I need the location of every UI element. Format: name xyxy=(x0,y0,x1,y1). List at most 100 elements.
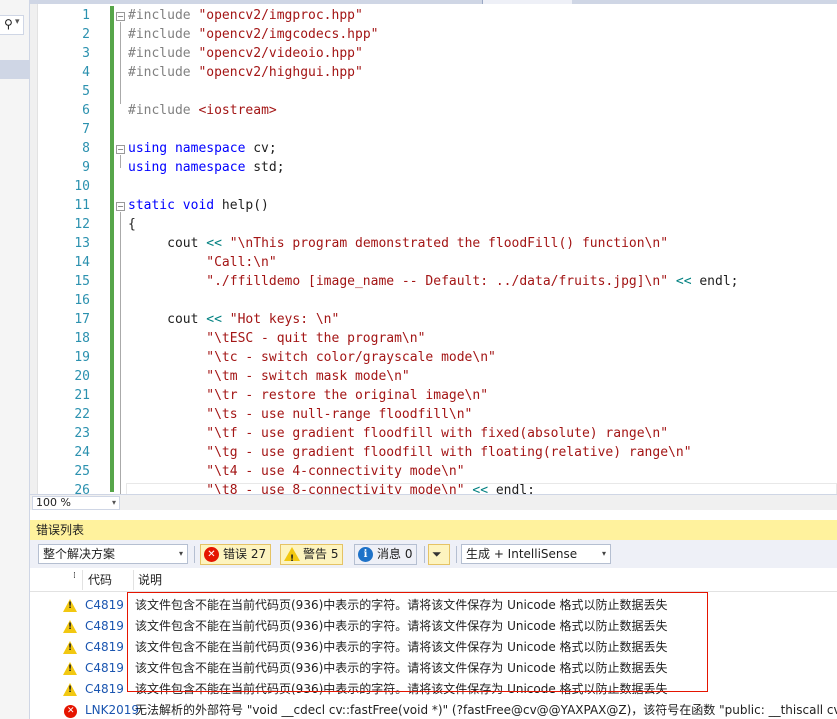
code-line[interactable]: 12 { xyxy=(30,215,837,234)
code-text: "Call:\n" xyxy=(128,253,276,272)
warning-icon: ! xyxy=(284,547,300,564)
code-line[interactable]: 17 cout << "Hot keys: \n" xyxy=(30,310,837,329)
code-line[interactable]: 15 "./ffilldemo [image_name -- Default: … xyxy=(30,272,837,291)
fold-guide xyxy=(120,155,121,168)
code-token: #include xyxy=(128,8,199,23)
code-text: "\tf - use gradient floodfill with fixed… xyxy=(128,424,668,443)
error-code-link[interactable]: LNK2019 xyxy=(85,700,139,719)
code-line[interactable]: 22 "\ts - use null-range floodfill\n" xyxy=(30,405,837,424)
build-source-value: 生成 + IntelliSense xyxy=(466,547,578,561)
annotation-highlight-box xyxy=(127,592,708,692)
code-token: "./ffilldemo [image_name -- Default: ../… xyxy=(128,274,676,289)
current-line-highlight xyxy=(126,483,837,494)
zoom-level-dropdown[interactable]: 100 % ▾ xyxy=(32,496,120,510)
code-line[interactable]: 7 xyxy=(30,120,837,139)
code-line[interactable]: 24 "\tg - use gradient floodfill with fl… xyxy=(30,443,837,462)
code-text: using namespace cv; xyxy=(128,139,277,158)
icon-glyph: ! xyxy=(68,643,73,653)
error-code-link[interactable]: C4819 xyxy=(85,616,124,637)
fold-toggle-icon[interactable]: − xyxy=(116,145,125,154)
selected-tree-item[interactable] xyxy=(0,60,30,79)
column-header-description[interactable]: 说明 xyxy=(138,572,162,588)
code-token: using namespace xyxy=(128,160,254,175)
code-line[interactable]: 19 "\tc - switch color/grayscale mode\n" xyxy=(30,348,837,367)
column-divider[interactable] xyxy=(82,570,83,590)
code-line[interactable]: 6 #include <iostream> xyxy=(30,101,837,120)
error-list-header: ⁞ 代码 说明 xyxy=(30,568,837,592)
code-token: #include xyxy=(128,103,199,118)
zoom-level-value: 100 % xyxy=(36,496,71,509)
code-line[interactable]: 3 #include "opencv2/videoio.hpp" xyxy=(30,44,837,63)
code-token: cv; xyxy=(253,141,277,156)
column-divider[interactable] xyxy=(133,570,134,590)
code-line[interactable]: 18 "\tESC - quit the program\n" xyxy=(30,329,837,348)
code-token: << xyxy=(675,274,700,289)
error-code-link[interactable]: C4819 xyxy=(85,595,124,616)
fold-guide xyxy=(120,22,121,104)
code-token: #include xyxy=(128,27,199,42)
solution-search-box[interactable]: ⚲ ▾ xyxy=(0,15,24,35)
line-number: 13 xyxy=(74,236,90,251)
fold-toggle-icon[interactable]: − xyxy=(116,12,125,21)
error-list-row[interactable]: ✕ LNK2019 无法解析的外部符号 "void __cdecl cv::fast… xyxy=(30,700,837,719)
sort-icon[interactable]: ⁞ xyxy=(73,571,76,581)
code-line[interactable]: 2 #include "opencv2/imgcodecs.hpp" xyxy=(30,25,837,44)
code-token: "opencv2/videoio.hpp" xyxy=(198,46,363,61)
horizontal-scrollbar[interactable] xyxy=(125,498,835,508)
error-code-link[interactable]: C4819 xyxy=(85,637,124,658)
icon-glyph: ! xyxy=(68,664,73,674)
code-line[interactable]: 5 xyxy=(30,82,837,101)
line-number: 9 xyxy=(82,160,90,175)
code-line[interactable]: 1 #include "opencv2/imgproc.hpp" xyxy=(30,6,837,25)
error-code-link[interactable]: C4819 xyxy=(85,658,124,679)
code-line[interactable]: 25 "\t4 - use 4-connectivity mode\n" xyxy=(30,462,837,481)
code-token: std; xyxy=(253,160,285,175)
code-line[interactable]: 4 #include "opencv2/highgui.hpp" xyxy=(30,63,837,82)
code-token: using namespace xyxy=(128,141,254,156)
code-text: #include "opencv2/highgui.hpp" xyxy=(128,63,363,82)
code-line[interactable]: 9 using namespace std; xyxy=(30,158,837,177)
error-list-title: 错误列表 xyxy=(30,520,837,540)
warning-icon: ! xyxy=(63,599,77,612)
toolbar-separator xyxy=(424,546,425,563)
error-code-link[interactable]: C4819 xyxy=(85,679,124,700)
error-description: 无法解析的外部符号 "void __cdecl cv::fastFree(voi… xyxy=(135,703,837,717)
line-number: 12 xyxy=(74,217,90,232)
line-number: 26 xyxy=(74,483,90,494)
code-line[interactable]: 10 xyxy=(30,177,837,196)
code-line[interactable]: 11 static void help() xyxy=(30,196,837,215)
code-token: static void xyxy=(128,198,222,213)
code-token: endl; xyxy=(699,274,739,289)
code-token: #include xyxy=(128,46,199,61)
line-number: 4 xyxy=(82,65,90,80)
code-token: "\tESC - quit the program\n" xyxy=(128,331,426,346)
icon-glyph: ! xyxy=(68,601,73,611)
code-line[interactable]: 20 "\tm - switch mask mode\n" xyxy=(30,367,837,386)
column-header-code[interactable]: 代码 xyxy=(88,572,112,588)
code-line[interactable]: 23 "\tf - use gradient floodfill with fi… xyxy=(30,424,837,443)
errors-filter-button[interactable]: ✕ 错误 27 xyxy=(200,544,272,565)
code-text: cout << "Hot keys: \n" xyxy=(128,310,339,329)
messages-filter-button[interactable]: i 消息 0 xyxy=(354,544,418,565)
line-number: 14 xyxy=(74,255,90,270)
scope-dropdown[interactable]: 整个解决方案 ▾ xyxy=(38,544,188,564)
code-line[interactable]: 21 "\tr - restore the original image\n" xyxy=(30,386,837,405)
fold-toggle-icon[interactable]: − xyxy=(116,202,125,211)
code-token: "\tg - use gradient floodfill with float… xyxy=(128,445,692,460)
toolbar-separator xyxy=(194,546,195,563)
toolbar-separator xyxy=(456,546,457,563)
line-number: 6 xyxy=(82,103,90,118)
code-text: static void help() xyxy=(128,196,269,215)
code-line[interactable]: 8 using namespace cv; xyxy=(30,139,837,158)
error-icon: ✕ xyxy=(64,705,77,718)
build-source-dropdown[interactable]: 生成 + IntelliSense ▾ xyxy=(461,544,611,564)
filter-toggle-button[interactable]: ⏷ xyxy=(428,544,450,565)
code-line[interactable]: 14 "Call:\n" xyxy=(30,253,837,272)
code-token: <iostream> xyxy=(198,103,277,118)
error-icon: ✕ xyxy=(204,547,219,562)
warnings-filter-button[interactable]: ! 警告 5 xyxy=(280,544,344,565)
code-line[interactable]: 16 xyxy=(30,291,837,310)
code-editor[interactable]: 1 #include "opencv2/imgproc.hpp" 2 #include… xyxy=(30,4,837,494)
code-text: cout << "\nThis program demonstrated the… xyxy=(128,234,668,253)
code-line[interactable]: 13 cout << "\nThis program demonstrated … xyxy=(30,234,837,253)
